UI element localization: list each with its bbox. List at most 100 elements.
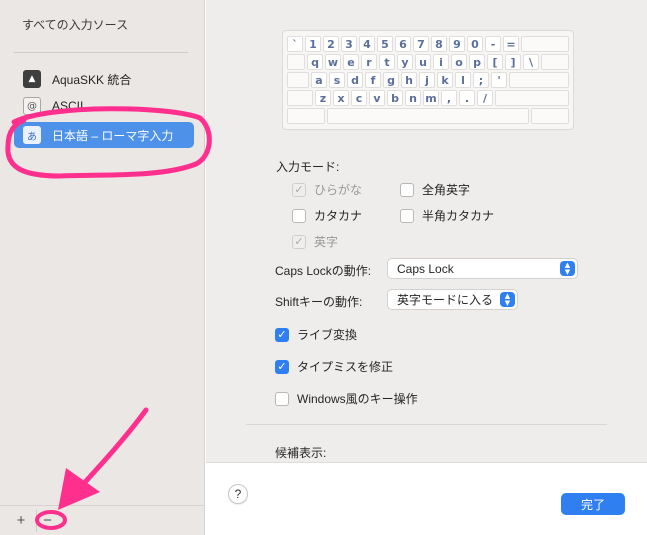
keyboard-spacer-key xyxy=(495,90,569,106)
checkmark-icon: ✓ xyxy=(292,182,306,197)
keyboard-key: m xyxy=(423,90,439,106)
keyboard-key: n xyxy=(405,90,421,106)
sidebar-item-label: AquaSKK 統合 xyxy=(52,72,132,87)
add-input-source-button[interactable]: + xyxy=(10,510,32,532)
keyboard-key: 1 xyxy=(305,36,321,52)
keyboard-key: q xyxy=(307,54,323,70)
keyboard-row xyxy=(287,108,569,124)
keyboard-key: = xyxy=(503,36,519,52)
keyboard-key: 7 xyxy=(413,36,429,52)
keyboard-row: z x c v b n m,. / xyxy=(287,90,569,106)
caps-lock-value: Caps Lock xyxy=(397,261,454,276)
checkbox-box[interactable] xyxy=(400,208,414,223)
ascii-icon: @ xyxy=(23,97,41,115)
section-divider xyxy=(246,424,607,425)
caps-lock-select[interactable]: Caps Lock ▲ ▼ xyxy=(387,258,578,279)
keyboard-key: f xyxy=(365,72,381,88)
keyboard-key: g xyxy=(383,72,399,88)
keyboard-row: ` 1 2 3 4 5 6 7 8 9 0- = xyxy=(287,36,569,52)
keyboard-spacer-key xyxy=(541,54,569,70)
keyboard-key: . xyxy=(459,90,475,106)
chevron-updown-icon: ▲ ▼ xyxy=(500,292,515,307)
checkbox-box[interactable] xyxy=(275,391,289,406)
keyboard-key: c xyxy=(351,90,367,106)
hiragana-label: ひらがな xyxy=(314,183,363,197)
settings-panel: ` 1 2 3 4 5 6 7 8 9 0- = q w e r t y u i o p[] \ a s d f g h j k l; ' z x c… xyxy=(206,0,647,462)
keyboard-key: 8 xyxy=(431,36,447,52)
windows-keys-label: Windows風のキー操作 xyxy=(297,392,418,406)
checkmark-icon[interactable]: ✓ xyxy=(275,327,289,342)
checkbox-box[interactable] xyxy=(400,182,414,197)
aquaskk-icon: ▲ xyxy=(23,70,41,88)
keyboard-spacer-key xyxy=(521,36,569,52)
keyboard-key: k xyxy=(437,72,453,88)
keyboard-key: / xyxy=(477,90,493,106)
shift-key-label: Shiftキーの動作: xyxy=(275,295,363,309)
keyboard-key: 3 xyxy=(341,36,357,52)
keyboard-key: [ xyxy=(487,54,503,70)
hiragana-checkbox: ✓ ひらがな xyxy=(292,181,362,198)
keyboard-key: j xyxy=(419,72,435,88)
sidebar-footer: + − xyxy=(0,505,204,535)
keyboard-key: 9 xyxy=(449,36,465,52)
keyboard-key: s xyxy=(329,72,345,88)
zenkaku-eiji-label: 全角英字 xyxy=(422,183,471,197)
keyboard-key: w xyxy=(325,54,341,70)
sidebar-item-label: ASCII xyxy=(52,99,84,113)
keyboard-key: u xyxy=(415,54,431,70)
keyboard-key: \ xyxy=(523,54,539,70)
typo-correction-label: タイプミスを修正 xyxy=(297,360,394,374)
keyboard-key: y xyxy=(397,54,413,70)
keyboard-key: 5 xyxy=(377,36,393,52)
keyboard-key: ] xyxy=(505,54,521,70)
keyboard-key: o xyxy=(451,54,467,70)
shift-key-select[interactable]: 英字モードに入る ▲ ▼ xyxy=(387,289,518,310)
keyboard-spacer-key xyxy=(287,54,305,70)
zenkaku-eiji-checkbox[interactable]: 全角英字 xyxy=(400,181,470,198)
katakana-checkbox[interactable]: カタカナ xyxy=(292,207,362,224)
hiragana-a-icon: あ xyxy=(23,126,41,144)
keyboard-key: i xyxy=(433,54,449,70)
checkmark-icon[interactable]: ✓ xyxy=(275,359,289,374)
candidates-label: 候補表示: xyxy=(275,446,327,460)
sidebar-item-label: 日本語 – ローマ字入力 xyxy=(52,128,174,143)
eiji-label: 英字 xyxy=(314,235,339,249)
live-conversion-checkbox[interactable]: ✓ ライブ変換 xyxy=(275,326,357,343)
windows-keys-checkbox[interactable]: Windows風のキー操作 xyxy=(275,390,418,407)
checkmark-icon: ✓ xyxy=(292,234,306,249)
checkbox-box[interactable] xyxy=(292,208,306,223)
sidebar-item-aquaskk[interactable]: ▲ AquaSKK 統合 xyxy=(14,66,194,92)
keyboard-spacer-key xyxy=(509,72,569,88)
remove-input-source-button[interactable]: − xyxy=(36,509,58,532)
input-mode-label: 入力モード: xyxy=(276,160,340,174)
keyboard-row: q w e r t y u i o p[] \ xyxy=(287,54,569,70)
eiji-checkbox: ✓ 英字 xyxy=(292,233,338,250)
keyboard-spacer-key xyxy=(327,108,529,124)
hankaku-katakana-label: 半角カタカナ xyxy=(422,209,495,223)
shift-key-value: 英字モードに入る xyxy=(397,293,494,307)
hankaku-katakana-checkbox[interactable]: 半角カタカナ xyxy=(400,207,494,224)
keyboard-key: 0 xyxy=(467,36,483,52)
keyboard-key: b xyxy=(387,90,403,106)
keyboard-key: l xyxy=(455,72,471,88)
caps-lock-label: Caps Lockの動作: xyxy=(275,264,372,278)
done-button[interactable]: 完了 xyxy=(561,493,625,515)
keyboard-key: p xyxy=(469,54,485,70)
keyboard-layout-preview: ` 1 2 3 4 5 6 7 8 9 0- = q w e r t y u i o p[] \ a s d f g h j k l; ' z x c… xyxy=(282,30,574,130)
sidebar-item-japanese-romaji[interactable]: あ 日本語 – ローマ字入力 xyxy=(14,122,194,148)
keyboard-key: z xyxy=(315,90,331,106)
keyboard-key: 6 xyxy=(395,36,411,52)
sidebar-title: すべての入力ソース xyxy=(22,18,129,32)
chevron-updown-icon: ▲ ▼ xyxy=(560,261,575,276)
keyboard-key: , xyxy=(441,90,457,106)
keyboard-spacer-key xyxy=(531,108,569,124)
help-button[interactable]: ? xyxy=(228,484,248,504)
keyboard-key: ' xyxy=(491,72,507,88)
keyboard-row: a s d f g h j k l; ' xyxy=(287,72,569,88)
keyboard-key: d xyxy=(347,72,363,88)
katakana-label: カタカナ xyxy=(314,209,363,223)
typo-correction-checkbox[interactable]: ✓ タイプミスを修正 xyxy=(275,358,393,375)
sidebar-item-ascii[interactable]: @ ASCII xyxy=(14,93,194,119)
keyboard-key: h xyxy=(401,72,417,88)
keyboard-key: ` xyxy=(287,36,303,52)
